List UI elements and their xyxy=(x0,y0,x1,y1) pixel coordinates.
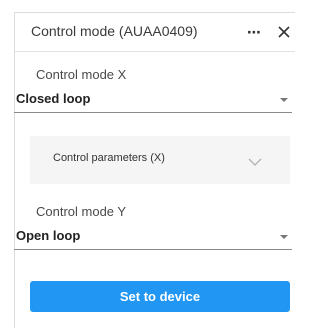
set-to-device-button[interactable]: Set to device xyxy=(30,281,290,312)
dropdown-caret-icon xyxy=(280,98,288,102)
control-mode-x-label: Control mode X xyxy=(36,67,127,82)
control-mode-x-select[interactable]: Closed loop xyxy=(14,89,292,113)
control-mode-y-value: Open loop xyxy=(16,228,81,243)
close-icon-graphic xyxy=(278,26,290,38)
dropdown-caret-icon xyxy=(280,235,288,239)
chevron-down-icon xyxy=(248,154,262,166)
control-parameters-x-label: Control parameters (X) xyxy=(53,152,165,164)
panel-title: Control mode (AUAA0409) xyxy=(31,23,198,39)
more-options-icon[interactable]: ⋯ xyxy=(243,21,265,43)
control-mode-y-select[interactable]: Open loop xyxy=(14,226,292,250)
close-icon[interactable] xyxy=(275,23,293,41)
control-mode-x-value: Closed loop xyxy=(16,91,91,106)
control-mode-y-label: Control mode Y xyxy=(36,204,127,219)
control-parameters-x-expander[interactable]: Control parameters (X) xyxy=(30,136,290,184)
panel-header: Control mode (AUAA0409) ⋯ xyxy=(15,13,295,52)
